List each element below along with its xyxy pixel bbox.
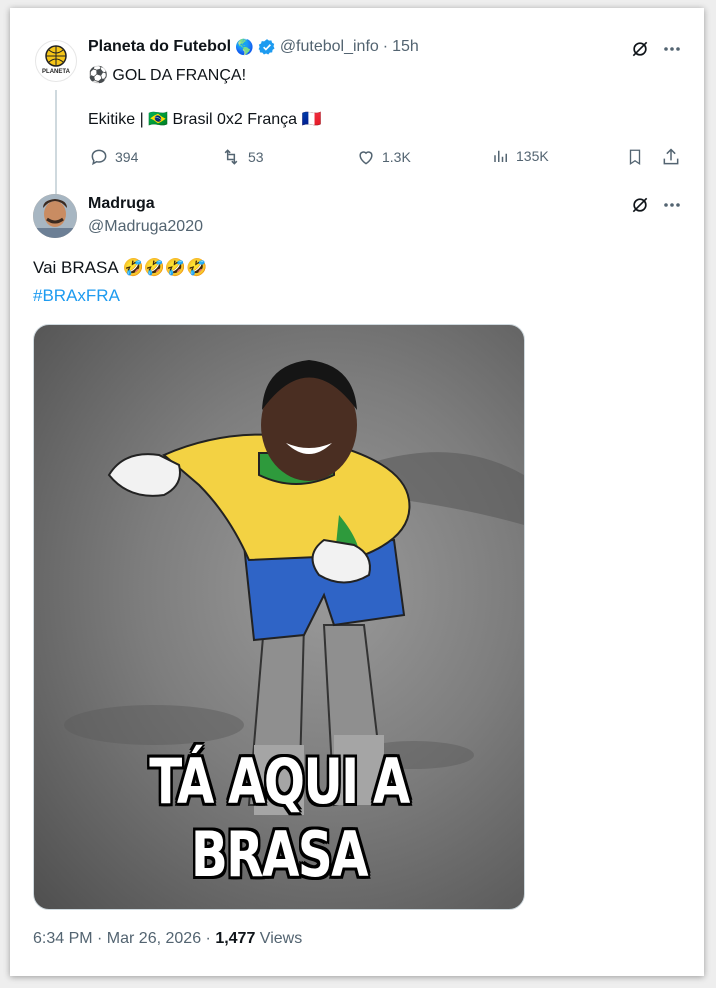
- share-button[interactable]: [660, 146, 682, 168]
- more-icon[interactable]: [661, 194, 683, 216]
- reply-button[interactable]: 394: [89, 147, 138, 167]
- avatar-portrait-icon: [33, 194, 77, 238]
- verified-badge-icon: [258, 39, 275, 55]
- more-icon[interactable]: [661, 38, 683, 60]
- tweet-meta: 6:34 PM · Mar 26, 2026 · 1,477 Views: [33, 930, 302, 948]
- heart-icon: [359, 151, 373, 165]
- retweet-button[interactable]: 53: [220, 147, 264, 167]
- retweet-count: 53: [248, 149, 264, 165]
- main-display-name[interactable]: Madruga: [88, 195, 155, 213]
- quoted-header: Planeta do Futebol 🌎 @futebol_info · 15h: [88, 38, 419, 56]
- reply-count: 394: [115, 149, 139, 165]
- dot-separator: ·: [382, 38, 389, 55]
- like-count: 1.3K: [382, 149, 411, 165]
- retweet-icon: [224, 149, 238, 165]
- planeta-logo-icon: [45, 45, 67, 67]
- views-icon: [494, 150, 507, 162]
- views-label: Views: [255, 930, 303, 947]
- views-count: 135K: [516, 148, 549, 164]
- share-icon: [663, 148, 679, 165]
- like-button[interactable]: 1.3K: [356, 147, 411, 167]
- bookmark-button[interactable]: [624, 146, 646, 168]
- avatar-madruga[interactable]: [33, 194, 77, 238]
- grok-icon[interactable]: [629, 38, 651, 60]
- quoted-handle[interactable]: @futebol_info: [280, 38, 379, 56]
- meme-image[interactable]: TÁ AQUI A BRASA: [33, 324, 525, 910]
- reply-icon: [91, 149, 107, 166]
- tweet-card: PLANETA Planeta do Futebol 🌎 @futebol_in…: [10, 8, 704, 976]
- avatar-label: PLANETA: [42, 69, 70, 75]
- quoted-text-line1: ⚽ GOL DA FRANÇA!: [88, 67, 247, 84]
- globe-emoji: 🌎: [235, 39, 254, 56]
- quoted-display-name[interactable]: Planeta do Futebol: [88, 38, 231, 56]
- main-handle[interactable]: @Madruga2020: [88, 218, 203, 236]
- avatar-planeta[interactable]: PLANETA: [35, 40, 77, 82]
- grok-icon[interactable]: [629, 194, 651, 216]
- bookmark-icon: [629, 149, 641, 166]
- hashtag-link[interactable]: #BRAxFRA: [33, 286, 120, 306]
- timestamp[interactable]: 6:34 PM · Mar 26, 2026 ·: [33, 930, 215, 947]
- views-button[interactable]: 135K: [492, 147, 549, 165]
- quoted-time[interactable]: 15h: [392, 38, 419, 56]
- main-tweet-text: Vai BRASA 🤣🤣🤣🤣: [33, 258, 208, 277]
- views-total: 1,477: [215, 930, 256, 947]
- meme-caption: TÁ AQUI A BRASA: [149, 745, 410, 891]
- quoted-text-line2: Ekitike | 🇧🇷 Brasil 0x2 França 🇫🇷: [88, 111, 322, 128]
- thread-line: [55, 90, 57, 194]
